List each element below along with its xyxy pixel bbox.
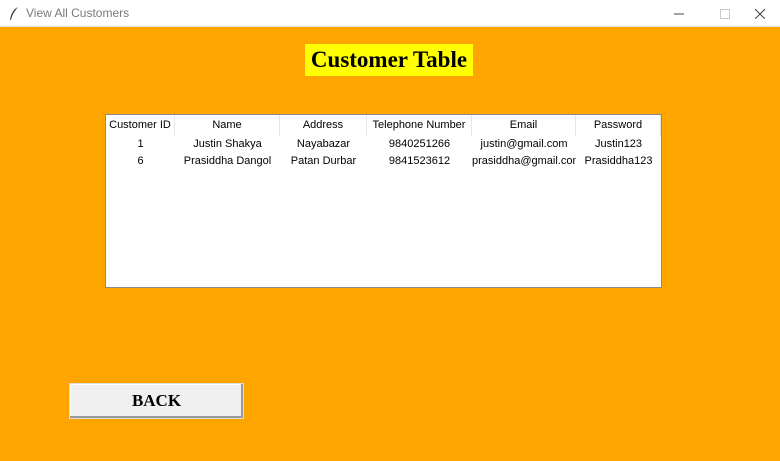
maximize-icon <box>720 8 730 19</box>
close-button[interactable] <box>740 0 780 27</box>
cell-email: prasiddha@gmail.com <box>472 155 576 167</box>
customer-table[interactable]: Customer ID Name Address Telephone Numbe… <box>105 114 662 288</box>
cell-customer-id: 1 <box>137 138 144 150</box>
cell-name: Prasiddha Dangol <box>183 155 272 167</box>
column-header-password[interactable]: Password <box>576 115 661 136</box>
table-row[interactable]: 1 Justin Shakya Nayabazar 9840251266 jus… <box>106 136 661 153</box>
minimize-icon <box>674 13 684 14</box>
page-title: Customer Table <box>305 44 473 76</box>
table-body: 1 Justin Shakya Nayabazar 9840251266 jus… <box>106 136 661 170</box>
cell-address: Patan Durbar <box>290 155 357 167</box>
cell-password: Prasiddha123 <box>584 155 653 167</box>
table-header: Customer ID Name Address Telephone Numbe… <box>106 115 661 136</box>
window-title: View All Customers <box>26 6 130 20</box>
cell-customer-id: 6 <box>137 155 144 167</box>
cell-email: justin@gmail.com <box>480 138 568 150</box>
title-bar: View All Customers <box>0 0 780 27</box>
column-header-telephone[interactable]: Telephone Number <box>367 115 472 136</box>
main-area: Customer Table Customer ID Name Address … <box>0 27 780 461</box>
table-row[interactable]: 6 Prasiddha Dangol Patan Durbar 98415236… <box>106 153 661 170</box>
cell-name: Justin Shakya <box>193 138 262 150</box>
minimize-button[interactable] <box>656 0 702 27</box>
close-icon <box>755 8 765 19</box>
feather-icon <box>8 6 20 22</box>
column-header-email[interactable]: Email <box>472 115 576 136</box>
column-header-name[interactable]: Name <box>175 115 280 136</box>
column-header-address[interactable]: Address <box>280 115 367 136</box>
cell-telephone: 9841523612 <box>388 155 451 167</box>
back-button[interactable]: BACK <box>69 383 244 419</box>
cell-address: Nayabazar <box>296 138 351 150</box>
cell-telephone: 9840251266 <box>388 138 451 150</box>
column-header-customer-id[interactable]: Customer ID <box>106 115 175 136</box>
cell-password: Justin123 <box>594 138 643 150</box>
